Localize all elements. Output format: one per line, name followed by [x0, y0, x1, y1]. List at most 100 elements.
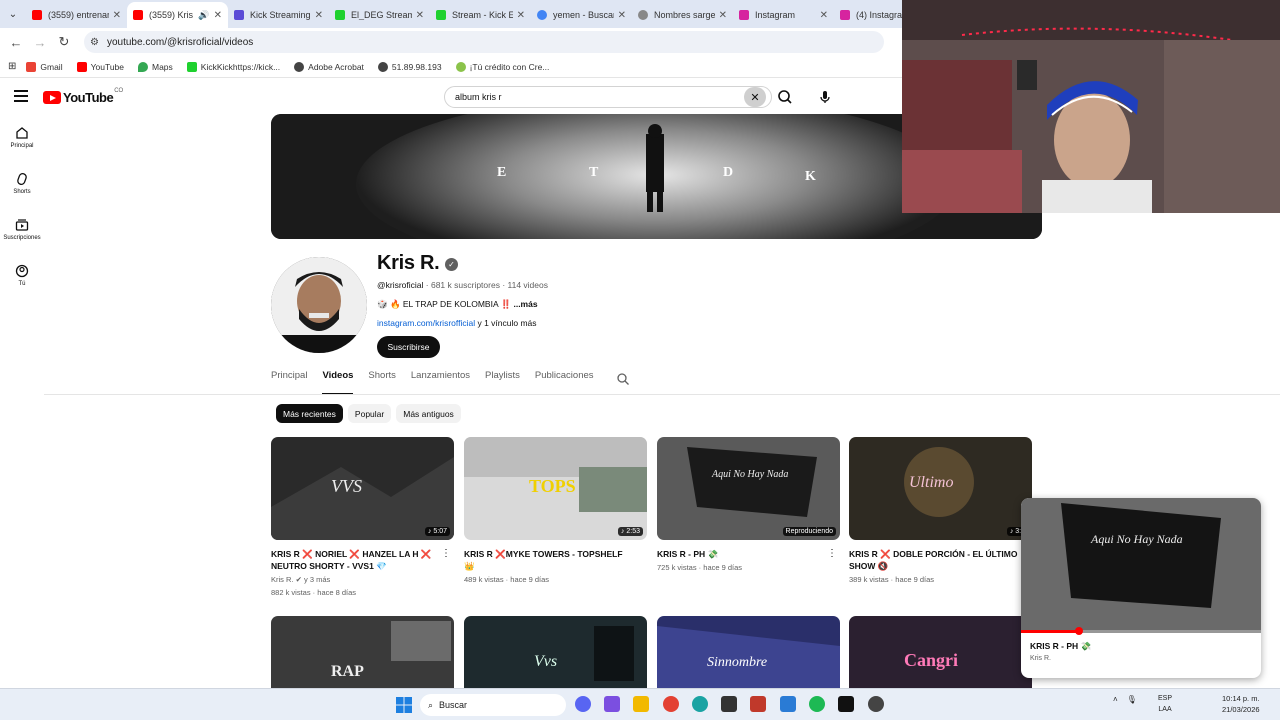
video-thumbnail[interactable]: RAP — [271, 616, 454, 688]
video-thumbnail[interactable]: Cangri — [849, 616, 1032, 688]
bookmark-kick[interactable]: KickKickhttps://kick... — [186, 61, 280, 72]
channel-avatar[interactable] — [271, 257, 367, 353]
bookmark-maps[interactable]: Maps — [138, 61, 173, 72]
video-card[interactable]: Vvs — [464, 616, 647, 688]
site-info-icon[interactable]: ⚙ — [90, 37, 99, 48]
video-card[interactable]: Cangri — [849, 616, 1032, 688]
progress-scrubber[interactable] — [1074, 627, 1083, 635]
video-thumbnail[interactable]: Ultimo ♪ 3:5 — [849, 437, 1032, 540]
forward-arrow-icon[interactable]: → — [28, 35, 52, 50]
video-card[interactable]: Sinnombre — [657, 616, 840, 688]
chip-mas-recientes[interactable]: Más recientes — [276, 404, 343, 423]
menu-icon[interactable] — [14, 90, 28, 102]
browser-tab[interactable]: Nombres sarge ✕ — [632, 2, 733, 28]
windows-start-icon[interactable] — [396, 697, 412, 718]
back-arrow-icon[interactable]: ← — [4, 35, 28, 50]
video-channel[interactable]: Kris R. — [271, 575, 294, 584]
close-tab-icon[interactable]: ✕ — [517, 10, 525, 21]
chip-mas-antiguos[interactable]: Más antiguos — [396, 404, 461, 423]
spotify-icon[interactable] — [809, 696, 825, 712]
youtube-logo[interactable]: YouTube CO — [43, 88, 123, 105]
guide-item-shorts[interactable]: Shorts — [0, 160, 44, 206]
video-card[interactable]: Aqui No Hay Nada Reproduciendo KRIS R - … — [657, 437, 840, 573]
video-title[interactable]: KRIS R ❌MYKE TOWERS - TOPSHELF 👑 — [464, 548, 634, 572]
close-tab-icon[interactable]: ✕ — [416, 10, 424, 21]
channel-search-icon[interactable] — [616, 372, 630, 386]
tab-lanzamientos[interactable]: Lanzamientos — [411, 370, 470, 394]
search-icon[interactable] — [775, 87, 795, 107]
video-card[interactable]: VVS ♪ 5:07 KRIS R ❌ NORIEL ❌ HANZEL LA H… — [271, 437, 454, 598]
vscode-icon[interactable] — [780, 696, 796, 712]
store-icon[interactable] — [721, 696, 737, 712]
search-input[interactable]: album kris r — [444, 86, 772, 108]
tab-shorts[interactable]: Shorts — [368, 370, 395, 394]
more-links[interactable]: y 1 vínculo más — [475, 318, 536, 328]
video-thumbnail[interactable]: Vvs — [464, 616, 647, 688]
video-card[interactable]: Ultimo ♪ 3:5 KRIS R ❌ DOBLE PORCIÓN - EL… — [849, 437, 1032, 585]
browser-tab[interactable]: El_DEG Stream ✕ — [329, 2, 430, 28]
tab-videos[interactable]: Videos — [322, 370, 353, 395]
more-vert-icon[interactable]: ⋮ — [827, 548, 837, 559]
copilot-icon[interactable] — [604, 696, 620, 712]
file-explorer-icon[interactable] — [633, 696, 649, 712]
guide-item-tu[interactable]: Tú — [0, 252, 44, 298]
browser-tab-active[interactable]: (3559) Kris 🔊 ✕ — [127, 2, 228, 28]
system-tray[interactable]: ˄ 🎙 — [1113, 695, 1137, 704]
reload-icon[interactable]: ↻ — [52, 34, 76, 50]
video-card[interactable]: TOPS ♪ 2:53 KRIS R ❌MYKE TOWERS - TOPSHE… — [464, 437, 647, 585]
address-bar[interactable]: ⚙ youtube.com/@krisroficial/videos — [84, 31, 884, 53]
bookmark-adobe[interactable]: Adobe Acrobat — [294, 61, 364, 72]
browser-tab[interactable]: Stream - Kick E ✕ — [430, 2, 531, 28]
browser-tab[interactable]: Instagram ✕ — [733, 2, 834, 28]
close-tab-icon[interactable]: ✕ — [113, 10, 121, 21]
video-title[interactable]: KRIS R ❌ NORIEL ❌ HANZEL LA H ❌ NEUTRO S… — [271, 548, 441, 572]
clear-search-icon[interactable]: ✕ — [744, 87, 766, 107]
video-card[interactable]: RAP — [271, 616, 454, 688]
capcut-icon[interactable] — [838, 696, 854, 712]
app-icon[interactable] — [750, 696, 766, 712]
speaker-icon[interactable]: 🔊 — [198, 10, 209, 21]
taskbar-clock[interactable]: 10:14 p. m. 21/03/2026 — [1222, 693, 1260, 715]
bookmark-credito[interactable]: ¡Tú crédito con Cre... — [455, 61, 549, 72]
close-tab-icon[interactable]: ✕ — [618, 10, 626, 21]
mini-player-video[interactable]: Aqui No Hay Nada — [1021, 498, 1261, 635]
browser-tab[interactable]: Kick Streaming ✕ — [228, 2, 329, 28]
apps-grid-icon[interactable]: ⊞ — [8, 61, 16, 72]
browser-tab[interactable]: (3559) entrenar ✕ — [26, 2, 127, 28]
browser-tab[interactable]: yemen - Buscar ✕ — [531, 2, 632, 28]
tab-playlists[interactable]: Playlists — [485, 370, 520, 394]
video-title[interactable]: KRIS R ❌ DOBLE PORCIÓN - EL ÚLTIMO SHOW … — [849, 548, 1019, 572]
microphone-icon[interactable] — [815, 87, 835, 107]
bookmark-youtube[interactable]: YouTube — [76, 61, 124, 72]
tab-publicaciones[interactable]: Publicaciones — [535, 370, 594, 394]
more-link[interactable]: ...más — [513, 299, 537, 309]
close-tab-icon[interactable]: ✕ — [315, 10, 323, 21]
channel-description[interactable]: 🎲 🔥 EL TRAP DE KOLOMBIA ‼️ ...más — [377, 299, 538, 310]
edge-icon[interactable] — [692, 696, 708, 712]
video-thumbnail[interactable]: TOPS ♪ 2:53 — [464, 437, 647, 540]
chrome-icon[interactable] — [663, 696, 679, 712]
guide-item-principal[interactable]: Principal — [0, 114, 44, 160]
mini-player-progress[interactable] — [1021, 627, 1261, 635]
bookmark-gmail[interactable]: Gmail — [26, 61, 63, 72]
more-vert-icon[interactable]: ⋮ — [441, 548, 451, 559]
video-title[interactable]: KRIS R - PH 💸 — [657, 548, 827, 560]
instagram-link[interactable]: instagram.com/krisrofficial — [377, 318, 475, 328]
mini-player[interactable]: Aqui No Hay Nada KRIS R - PH 💸 Kris R. — [1021, 498, 1261, 678]
video-thumbnail[interactable]: VVS ♪ 5:07 — [271, 437, 454, 540]
guide-item-suscripciones[interactable]: Suscripciones — [0, 206, 44, 252]
tab-principal[interactable]: Principal — [271, 370, 307, 394]
language-indicator[interactable]: ESP LAA — [1158, 693, 1172, 715]
obs-icon[interactable] — [868, 696, 884, 712]
close-tab-icon[interactable]: ✕ — [214, 10, 222, 21]
video-thumbnail[interactable]: Sinnombre — [657, 616, 840, 688]
video-thumbnail[interactable]: Aqui No Hay Nada Reproduciendo — [657, 437, 840, 540]
chip-popular[interactable]: Popular — [347, 404, 392, 423]
taskbar-search[interactable]: ⌕ Buscar — [420, 694, 566, 716]
subscribe-button[interactable]: Suscribirse — [377, 336, 440, 358]
close-tab-icon[interactable]: ✕ — [719, 10, 727, 21]
bookmark-ip[interactable]: 51.89.98.193 — [377, 61, 442, 72]
tab-search-menu-icon[interactable]: ⌄ — [0, 0, 26, 28]
close-tab-icon[interactable]: ✕ — [820, 10, 828, 21]
discord-icon[interactable] — [575, 696, 591, 712]
